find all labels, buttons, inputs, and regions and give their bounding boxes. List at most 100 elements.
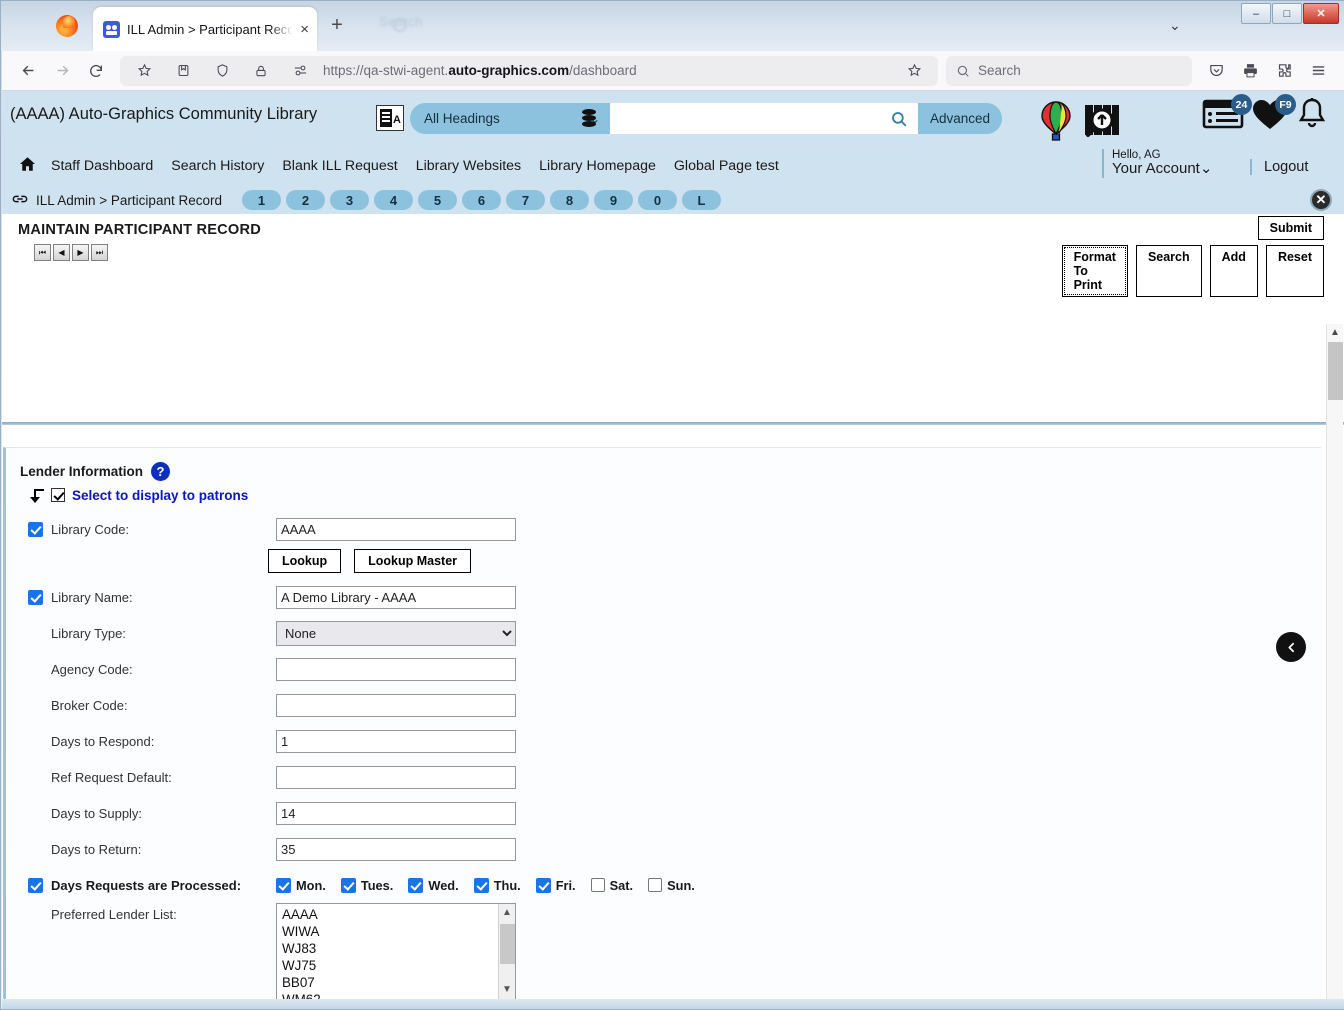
- reset-button[interactable]: Reset: [1265, 245, 1324, 297]
- favorites-heart-icon[interactable]: F9: [1250, 94, 1296, 137]
- address-bookmark-icon[interactable]: [898, 56, 930, 86]
- nav-link-staff-dashboard[interactable]: Staff Dashboard: [51, 158, 153, 174]
- day-fri-checkbox[interactable]: [535, 877, 551, 893]
- new-tab-button[interactable]: +: [326, 15, 348, 37]
- scroll-up-icon[interactable]: ▲: [499, 904, 515, 921]
- page-scrollbar-thumb[interactable]: [1328, 342, 1343, 400]
- notifications-bell-icon[interactable]: [1294, 96, 1330, 139]
- browser-tab[interactable]: ILL Admin > Participant Record ×: [93, 7, 317, 51]
- requests-list-icon[interactable]: 24: [1202, 94, 1252, 137]
- day-sun-checkbox[interactable]: [648, 878, 663, 892]
- list-item[interactable]: WJ75: [277, 957, 515, 974]
- ref-request-default-input[interactable]: [276, 765, 516, 789]
- number-tab-5[interactable]: 5: [417, 190, 457, 210]
- lookup-button[interactable]: Lookup: [268, 549, 342, 573]
- home-icon[interactable]: [18, 155, 37, 178]
- first-record-button[interactable]: ⏮: [34, 244, 51, 261]
- number-tab-3[interactable]: 3: [329, 190, 369, 210]
- select-display-patrons-checkbox[interactable]: [51, 488, 65, 502]
- print-icon[interactable]: [1234, 56, 1266, 86]
- lock-icon[interactable]: [245, 56, 277, 86]
- next-record-button[interactable]: ▶: [72, 244, 89, 261]
- nav-link-blank-ill-request[interactable]: Blank ILL Request: [282, 158, 397, 174]
- days-to-respond-input[interactable]: [276, 729, 516, 753]
- pocket-icon[interactable]: [1200, 56, 1232, 86]
- day-thu-checkbox[interactable]: [473, 877, 489, 893]
- number-tab-2[interactable]: 2: [285, 190, 325, 210]
- library-code-input[interactable]: [276, 517, 516, 541]
- day-mon-checkbox[interactable]: [276, 877, 291, 893]
- lookup-master-button[interactable]: Lookup Master: [354, 549, 472, 573]
- advanced-search-button[interactable]: Advanced: [918, 103, 1002, 134]
- previous-record-button[interactable]: ◀: [53, 244, 70, 261]
- marc-view-icon[interactable]: A: [376, 105, 404, 131]
- number-tab-4[interactable]: 4: [373, 190, 413, 210]
- nav-link-global-page-test[interactable]: Global Page test: [674, 158, 779, 174]
- page-scrollbar[interactable]: ▲ ▼: [1326, 324, 1343, 1009]
- number-tab-1[interactable]: 1: [241, 190, 281, 210]
- day-wed-checkbox[interactable]: [408, 877, 424, 893]
- extensions-icon[interactable]: [1268, 56, 1300, 86]
- page-scroll-up-icon[interactable]: ▲: [1327, 324, 1343, 341]
- search-books-icon[interactable]: [1082, 101, 1122, 141]
- listbox-scrollbar[interactable]: ▲ ▼: [498, 904, 515, 1007]
- preferred-lender-listbox[interactable]: AAAA WIWA WJ83 WJ75 BB07 WM62 WL74 ▲ ▼: [276, 903, 516, 1007]
- bookmark-star-icon[interactable]: [128, 56, 160, 86]
- list-item[interactable]: BB07: [277, 974, 515, 991]
- nav-link-library-websites[interactable]: Library Websites: [416, 158, 521, 174]
- tracking-protection-icon[interactable]: [284, 56, 316, 86]
- library-name-checkbox[interactable]: [28, 589, 43, 605]
- back-icon[interactable]: [12, 56, 44, 86]
- format-to-print-button[interactable]: Format To Print: [1061, 245, 1128, 297]
- number-tab-0[interactable]: 0: [637, 190, 677, 210]
- collapse-panel-button[interactable]: [1276, 632, 1306, 662]
- day-tues-checkbox[interactable]: [340, 877, 356, 893]
- search-input[interactable]: [610, 103, 880, 134]
- save-to-pocket-icon[interactable]: [167, 56, 199, 86]
- day-tues: Tues.: [340, 877, 393, 893]
- scroll-down-icon[interactable]: ▼: [499, 981, 515, 998]
- number-tab-6[interactable]: 6: [461, 190, 501, 210]
- library-name-input[interactable]: [276, 585, 516, 609]
- agency-code-input[interactable]: [276, 657, 516, 681]
- hot-air-balloon-icon[interactable]: [1040, 101, 1074, 145]
- day-sat-checkbox[interactable]: [590, 878, 605, 892]
- number-tab-7[interactable]: 7: [505, 190, 545, 210]
- help-icon[interactable]: ?: [151, 462, 171, 481]
- minimize-button[interactable]: –: [1241, 3, 1271, 24]
- address-bar[interactable]: https://qa-stwi-agent.auto-graphics.com/…: [120, 55, 938, 86]
- days-to-return-input[interactable]: [276, 837, 516, 861]
- select-display-patrons-label[interactable]: Select to display to patrons: [72, 488, 248, 503]
- days-processed-checkbox[interactable]: [28, 877, 43, 893]
- number-tab-l[interactable]: L: [681, 190, 721, 210]
- library-type-select[interactable]: None: [276, 620, 516, 646]
- search-submit-button[interactable]: [880, 103, 918, 134]
- tab-close-icon[interactable]: ×: [300, 22, 309, 37]
- reload-icon[interactable]: [80, 56, 112, 86]
- list-item[interactable]: WIWA: [277, 923, 515, 940]
- library-code-checkbox[interactable]: [28, 521, 43, 537]
- database-icon[interactable]: [580, 105, 598, 131]
- close-icon[interactable]: ✕: [1310, 189, 1332, 211]
- tab-list-chevron-icon[interactable]: ⌄: [1169, 17, 1181, 34]
- number-tab-8[interactable]: 8: [549, 190, 589, 210]
- url-text[interactable]: https://qa-stwi-agent.auto-graphics.com/…: [323, 63, 891, 78]
- list-item[interactable]: AAAA: [277, 906, 515, 923]
- broker-code-input[interactable]: [276, 693, 516, 717]
- nav-link-search-history[interactable]: Search History: [171, 158, 264, 174]
- submit-button[interactable]: Submit: [1257, 216, 1324, 240]
- scrollbar-thumb[interactable]: [500, 924, 515, 964]
- search-button[interactable]: Search: [1135, 245, 1202, 297]
- shield-icon[interactable]: [206, 56, 238, 86]
- add-button[interactable]: Add: [1209, 245, 1258, 297]
- forward-icon[interactable]: [46, 56, 78, 86]
- last-record-button[interactable]: ⏭: [91, 244, 108, 261]
- nav-link-library-homepage[interactable]: Library Homepage: [539, 158, 656, 174]
- close-window-button[interactable]: ✕: [1303, 3, 1339, 24]
- number-tab-9[interactable]: 9: [593, 190, 633, 210]
- list-item[interactable]: WJ83: [277, 940, 515, 957]
- app-menu-icon[interactable]: [1302, 56, 1334, 86]
- days-to-supply-input[interactable]: [276, 801, 516, 825]
- browser-search-box[interactable]: Search: [946, 55, 1192, 86]
- maximize-button[interactable]: □: [1272, 3, 1302, 24]
